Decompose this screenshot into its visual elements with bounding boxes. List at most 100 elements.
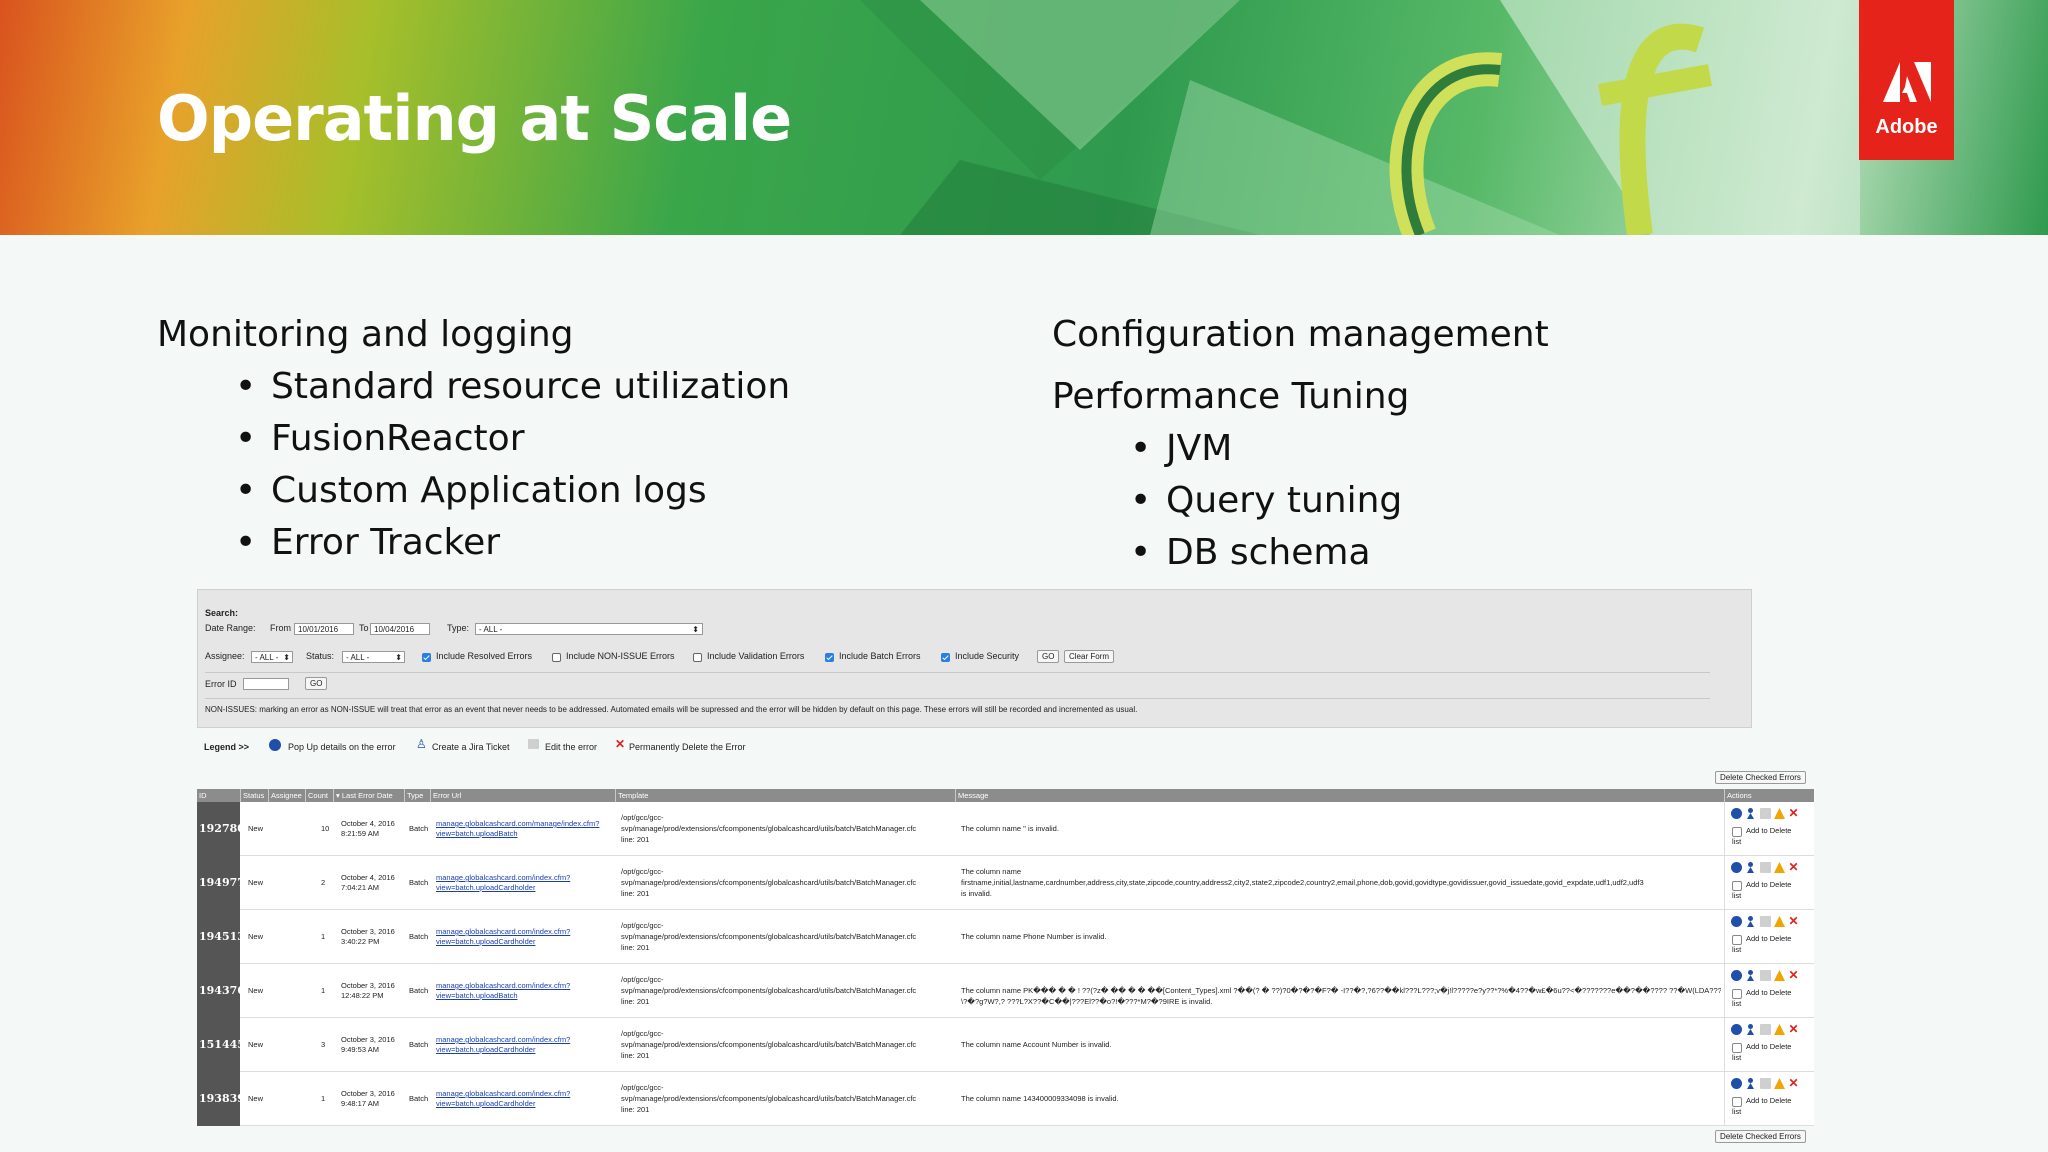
template-line: line: 201	[621, 997, 650, 1006]
time-cell: 3:40:22 PM	[341, 937, 380, 946]
legend-edit-label: Edit the error	[545, 742, 598, 752]
error-tracker-screenshot: Search: Date Range: From 10/01/2016 To 1…	[197, 589, 1814, 1152]
col-status[interactable]: Status	[240, 789, 268, 802]
error-url-link[interactable]: manage.globalcashcard.com/index.cfm?	[436, 873, 570, 883]
error-id-input[interactable]	[243, 678, 289, 690]
jira-ticket-icon[interactable]	[1745, 970, 1756, 981]
include-non-issue-checkbox[interactable]	[552, 653, 561, 662]
error-id[interactable]: 194513	[197, 910, 245, 964]
message-cell: \?�?g?W?,? ???L?X??�C��|???El??�o?!�???*…	[961, 997, 1213, 1006]
popup-details-icon[interactable]	[1731, 916, 1742, 927]
delete-icon[interactable]: ✕	[1788, 915, 1799, 927]
type-cell: Batch	[409, 878, 429, 887]
popup-details-icon[interactable]	[1731, 808, 1742, 819]
delete-checked-errors-button-bottom[interactable]: Delete Checked Errors	[1715, 1130, 1806, 1143]
col-template[interactable]: Template	[615, 789, 955, 802]
error-id[interactable]: 194977	[197, 856, 245, 910]
col-message[interactable]: Message	[955, 789, 1724, 802]
error-url-link[interactable]: manage.globalcashcard.com/index.cfm?	[436, 1035, 570, 1045]
error-id-go-button[interactable]: GO	[305, 677, 328, 690]
popup-details-icon[interactable]	[1731, 1024, 1742, 1035]
warning-icon[interactable]	[1774, 1024, 1785, 1035]
error-url-link[interactable]: manage.globalcashcard.com/index.cfm?	[436, 1089, 570, 1099]
error-url-link[interactable]: manage.globalcashcard.com/index.cfm?	[436, 927, 570, 937]
template-cell: /opt/gcc/gcc-	[621, 813, 664, 822]
error-url-link[interactable]: view=batch.uploadCardholder	[436, 1099, 535, 1109]
edit-icon[interactable]	[1760, 1078, 1771, 1089]
include-security-checkbox[interactable]	[941, 653, 950, 662]
delete-icon[interactable]: ✕	[1788, 1023, 1799, 1035]
col-actions[interactable]: Actions	[1724, 789, 1814, 802]
col-count[interactable]: Count	[305, 789, 333, 802]
jira-ticket-icon[interactable]	[1745, 808, 1756, 819]
edit-icon[interactable]	[1760, 1024, 1771, 1035]
include-batch-checkbox[interactable]	[825, 653, 834, 662]
error-url-link[interactable]: view=batch.uploadBatch	[436, 991, 518, 1001]
error-url-link[interactable]: view=batch.uploadBatch	[436, 829, 518, 839]
include-validation-checkbox[interactable]	[693, 653, 702, 662]
col-type[interactable]: Type	[404, 789, 430, 802]
popup-details-icon[interactable]	[1731, 862, 1742, 873]
include-resolved-checkbox[interactable]	[422, 653, 431, 662]
template-cell: /opt/gcc/gcc-	[621, 1029, 664, 1038]
popup-details-icon[interactable]	[1731, 970, 1742, 981]
adobe-logo-badge: Adobe	[1859, 0, 1954, 160]
warning-icon[interactable]	[1774, 808, 1785, 819]
time-cell: 12:48:22 PM	[341, 991, 384, 1000]
warning-icon[interactable]	[1774, 916, 1785, 927]
error-id[interactable]: 151445	[197, 1018, 245, 1072]
legend-popup-label: Pop Up details on the error	[288, 742, 396, 752]
add-to-delete-label: Add to Delete list	[1732, 988, 1792, 1008]
error-id[interactable]: 192780	[197, 802, 245, 856]
go-button[interactable]: GO	[1037, 650, 1060, 663]
delete-icon[interactable]: ✕	[1788, 969, 1799, 981]
table-row: 151445 New 3 October 3, 2016 9:49:53 AM Batch…	[197, 1018, 1814, 1072]
edit-icon[interactable]	[1760, 970, 1771, 981]
message-cell: The column name PK��� � � ! ??(?z� �� � …	[961, 986, 1721, 995]
divider	[205, 698, 1710, 699]
col-id[interactable]: ID	[197, 789, 240, 802]
error-id[interactable]: 194376	[197, 964, 245, 1018]
legend-jira-label: Create a Jira Ticket	[432, 742, 510, 752]
delete-checked-errors-button[interactable]: Delete Checked Errors	[1715, 771, 1806, 784]
to-date-input[interactable]: 10/04/2016	[370, 623, 430, 635]
error-url-link[interactable]: view=batch.uploadCardholder	[436, 937, 535, 947]
warning-icon[interactable]	[1774, 1078, 1785, 1089]
date-cell: October 4, 2016	[341, 819, 395, 828]
error-id[interactable]: 193839	[197, 1072, 245, 1126]
popup-details-icon[interactable]	[1731, 1078, 1742, 1089]
jira-ticket-icon[interactable]	[1745, 916, 1756, 927]
edit-icon[interactable]	[1760, 862, 1771, 873]
col-last-error-date[interactable]: ▾ Last Error Date	[333, 789, 404, 802]
date-cell: October 3, 2016	[341, 927, 395, 936]
type-select-value: - ALL -	[479, 625, 503, 634]
monitoring-heading: Monitoring and logging	[157, 314, 574, 355]
status-select[interactable]: - ALL - ⬍	[342, 651, 405, 663]
delete-icon[interactable]: ✕	[1788, 807, 1799, 819]
from-date-input[interactable]: 10/01/2016	[294, 623, 354, 635]
delete-icon[interactable]: ✕	[1788, 861, 1799, 873]
performance-heading: Performance Tuning	[1052, 376, 1410, 417]
message-cell: The column name Account Number is invali…	[961, 1040, 1112, 1049]
error-url-link[interactable]: manage.globalcashcard.com/index.cfm?	[436, 981, 570, 991]
jira-ticket-icon[interactable]	[1745, 862, 1756, 873]
bullet-item: Standard resource utilization	[157, 361, 790, 413]
add-to-delete-label: Add to Delete list	[1732, 1096, 1792, 1116]
warning-icon[interactable]	[1774, 862, 1785, 873]
template-cell: svp/manage/prod/extensions/cfcomponents/…	[621, 1040, 917, 1049]
delete-icon[interactable]: ✕	[1788, 1077, 1799, 1089]
error-url-link[interactable]: manage.globalcashcard.com/manage/index.c…	[436, 819, 599, 829]
edit-icon[interactable]	[1760, 916, 1771, 927]
col-assignee[interactable]: Assignee	[268, 789, 305, 802]
jira-ticket-icon[interactable]	[1745, 1078, 1756, 1089]
type-select[interactable]: - ALL - ⬍	[475, 623, 703, 635]
error-url-link[interactable]: view=batch.uploadCardholder	[436, 1045, 535, 1055]
clear-form-button[interactable]: Clear Form	[1064, 650, 1115, 663]
assignee-select[interactable]: - ALL - ⬍	[251, 651, 293, 663]
jira-ticket-icon[interactable]	[1745, 1024, 1756, 1035]
date-cell: October 3, 2016	[341, 981, 395, 990]
col-error-url[interactable]: Error Url	[430, 789, 615, 802]
warning-icon[interactable]	[1774, 970, 1785, 981]
edit-icon[interactable]	[1760, 808, 1771, 819]
error-url-link[interactable]: view=batch.uploadCardholder	[436, 883, 535, 893]
